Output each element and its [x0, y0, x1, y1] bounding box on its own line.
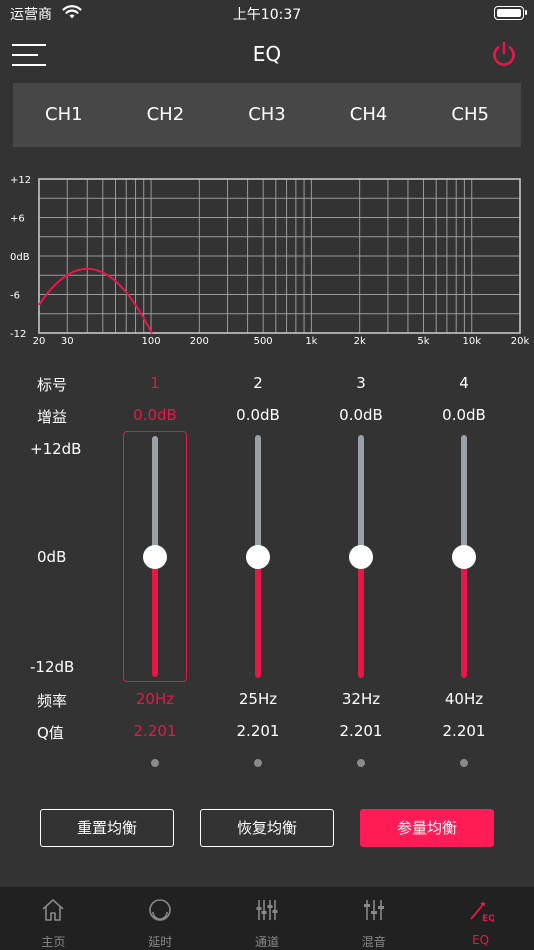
channel-icon: [256, 900, 278, 920]
graph-x-label: 20k: [511, 336, 530, 347]
band-3-q[interactable]: 2.201: [321, 722, 401, 740]
slider-track-lower: [152, 556, 158, 677]
band-4-gain-slider[interactable]: [432, 431, 496, 682]
power-icon[interactable]: [490, 40, 518, 68]
parametric-eq-button[interactable]: 参量均衡: [360, 809, 494, 847]
delay-icon: [149, 899, 171, 921]
slider-track-lower: [255, 556, 261, 678]
scale-mid-label: 0dB: [37, 548, 67, 566]
scale-top-label: +12dB: [30, 440, 82, 458]
index-label: 标号: [37, 376, 68, 394]
nav-mixer[interactable]: 混音: [320, 887, 427, 950]
eq-response-graph: +12 +6 0dB -6 -12 20 30 100 200 500 1k 2k 5k 10k 20k: [10, 175, 530, 347]
band-2-page-dot: [254, 759, 262, 767]
slider-track-upper: [152, 436, 158, 557]
band-3-index: 3: [356, 374, 366, 392]
slider-thumb[interactable]: [246, 544, 270, 569]
nav-eq[interactable]: EQ EQ: [427, 887, 534, 950]
band-3-frequency[interactable]: 32Hz: [321, 690, 401, 708]
q-label: Q值: [37, 724, 64, 742]
restore-eq-button[interactable]: 恢复均衡: [200, 809, 334, 847]
channel-tabs: CH1 CH2 CH3 CH4 CH5: [13, 83, 521, 147]
band-3-page-dot: [357, 759, 365, 767]
graph-x-label: 1k: [305, 336, 317, 347]
band-1-gain[interactable]: 0.0dB: [115, 406, 195, 424]
tab-ch5[interactable]: CH5: [419, 83, 521, 147]
slider-track-lower: [461, 556, 467, 678]
tab-ch1[interactable]: CH1: [13, 83, 115, 147]
status-bar: 运营商 上午10:37: [0, 0, 534, 28]
graph-y-label: -12: [10, 329, 26, 340]
graph-x-label: 10k: [462, 336, 481, 347]
page-title: EQ: [252, 42, 282, 66]
graph-x-label: 100: [142, 336, 161, 347]
eq-icon: EQ: [469, 901, 494, 923]
nav-home[interactable]: 主页: [0, 887, 107, 950]
frequency-label: 频率: [37, 692, 68, 710]
gain-label: 增益: [37, 408, 68, 426]
slider-track-upper: [358, 435, 364, 557]
band-4-frequency[interactable]: 40Hz: [424, 690, 504, 708]
header: EQ: [0, 28, 534, 82]
band-2-gain-slider[interactable]: [226, 431, 290, 682]
svg-text:EQ: EQ: [482, 914, 494, 923]
mixer-icon: [363, 900, 384, 920]
band-2-index: 2: [253, 374, 263, 392]
battery-icon: [494, 6, 527, 20]
graph-y-label: 0dB: [10, 252, 30, 263]
band-1-gain-slider[interactable]: [123, 431, 187, 682]
slider-thumb[interactable]: [143, 544, 167, 569]
band-4-q[interactable]: 2.201: [424, 722, 504, 740]
graph-x-label: 20: [33, 336, 46, 347]
graph-x-label: 5k: [417, 336, 429, 347]
slider-track-upper: [255, 435, 261, 557]
graph-y-label: +12: [10, 175, 31, 186]
band-1-frequency[interactable]: 20Hz: [115, 690, 195, 708]
tab-ch4[interactable]: CH4: [318, 83, 420, 147]
graph-grid: [39, 179, 520, 333]
band-2-gain[interactable]: 0.0dB: [218, 406, 298, 424]
bottom-nav: 主页 延时 通道 混音 EQ EQ: [0, 887, 534, 950]
band-3-gain-slider[interactable]: [329, 431, 393, 682]
graph-x-label: 200: [190, 336, 209, 347]
band-4-index: 4: [459, 374, 469, 392]
reset-eq-button[interactable]: 重置均衡: [40, 809, 174, 847]
band-1-q[interactable]: 2.201: [115, 722, 195, 740]
tab-ch2[interactable]: CH2: [115, 83, 217, 147]
band-4-page-dot: [460, 759, 468, 767]
graph-x-label: 500: [254, 336, 273, 347]
band-1-index: 1: [150, 374, 160, 392]
slider-track-upper: [461, 435, 467, 557]
tab-ch3[interactable]: CH3: [216, 83, 318, 147]
band-1-page-dot: [151, 759, 159, 767]
band-2-frequency[interactable]: 25Hz: [218, 690, 298, 708]
graph-y-label: -6: [10, 291, 20, 302]
slider-thumb[interactable]: [452, 544, 476, 569]
graph-x-label: 30: [61, 336, 74, 347]
band-3-gain[interactable]: 0.0dB: [321, 406, 401, 424]
slider-track-lower: [358, 556, 364, 678]
scale-bottom-label: -12dB: [30, 658, 75, 676]
graph-y-label: +6: [10, 214, 25, 225]
nav-channel[interactable]: 通道: [214, 887, 321, 950]
band-2-q[interactable]: 2.201: [218, 722, 298, 740]
graph-x-label: 2k: [354, 336, 366, 347]
home-icon: [42, 899, 64, 921]
band-4-gain[interactable]: 0.0dB: [424, 406, 504, 424]
nav-delay[interactable]: 延时: [107, 887, 214, 950]
slider-thumb[interactable]: [349, 544, 373, 569]
clock: 上午10:37: [232, 7, 302, 23]
